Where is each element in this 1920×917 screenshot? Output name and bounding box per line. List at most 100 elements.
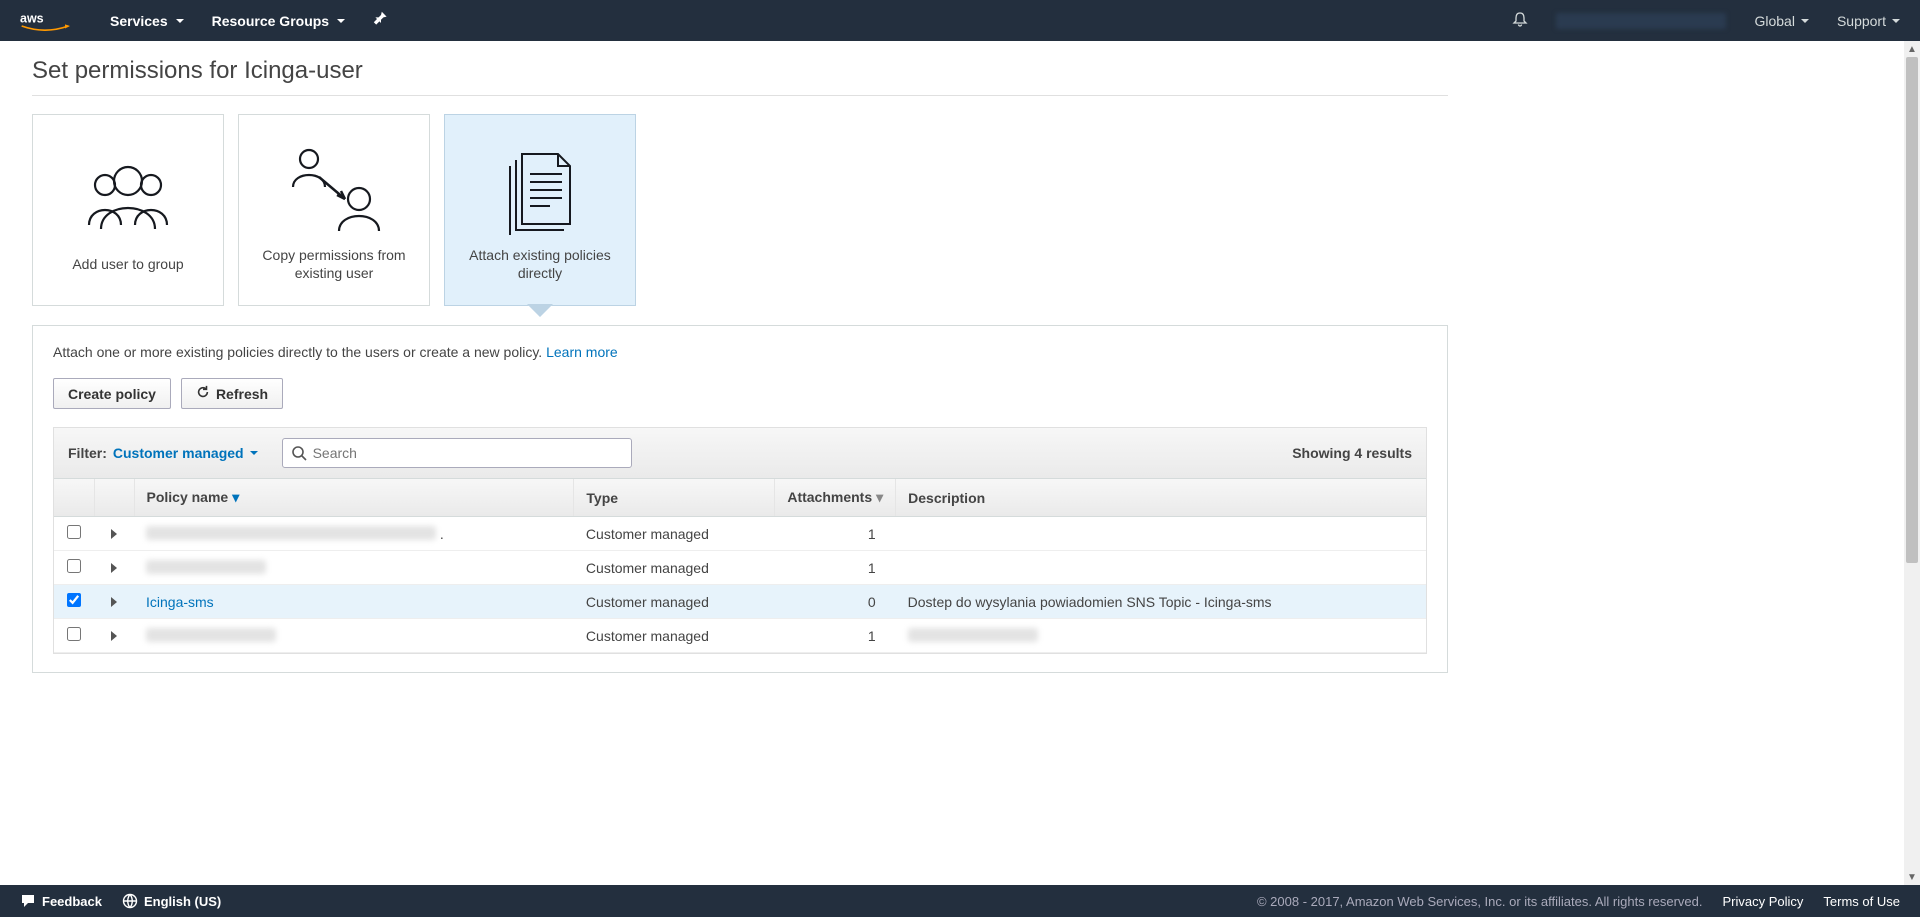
col-policy-name[interactable]: Policy name▾ [134, 479, 574, 517]
policy-description: x [896, 619, 1426, 653]
copy-user-icon [279, 138, 389, 238]
globe-icon [122, 893, 138, 909]
terms-link[interactable]: Terms of Use [1823, 894, 1900, 909]
row-checkbox[interactable] [67, 593, 81, 607]
group-icon [73, 147, 183, 247]
col-description[interactable]: Description [896, 479, 1426, 517]
sort-caret-icon: ▾ [876, 489, 883, 505]
policies-table: Policy name▾ Type Attachments▾ Descripti… [54, 479, 1426, 653]
policy-attachments: 1 [775, 551, 896, 585]
col-policy-name-label: Policy name [147, 489, 229, 505]
document-icon [500, 138, 580, 238]
results-count: Showing 4 results [1292, 445, 1412, 461]
policy-type: Customer managed [574, 551, 775, 585]
language-label: English (US) [144, 894, 221, 909]
card-copy-permissions[interactable]: Copy permissions from existing user [238, 114, 430, 306]
chevron-down-icon [176, 19, 184, 23]
policy-description [896, 517, 1426, 551]
refresh-label: Refresh [216, 386, 268, 402]
create-policy-label: Create policy [68, 386, 156, 402]
region-label: Global [1754, 13, 1794, 29]
chevron-down-icon [250, 451, 258, 455]
notifications-icon[interactable] [1512, 11, 1528, 30]
aws-logo[interactable]: aws [20, 11, 70, 31]
page-title: Set permissions for Icinga-user [32, 57, 1448, 96]
expand-icon[interactable] [111, 597, 117, 607]
privacy-link[interactable]: Privacy Policy [1723, 894, 1804, 909]
policy-attachments: 1 [775, 619, 896, 653]
pin-icon[interactable] [373, 11, 389, 30]
col-expand [94, 479, 134, 517]
card-attach-policies[interactable]: Attach existing policies directly [444, 114, 636, 306]
chevron-down-icon [1892, 19, 1900, 23]
col-type[interactable]: Type [574, 479, 775, 517]
col-attachments-label: Attachments [787, 489, 872, 505]
learn-more-link[interactable]: Learn more [546, 344, 618, 360]
panel-actions: Create policy Refresh [53, 378, 1427, 409]
nav-services-label: Services [110, 13, 168, 29]
top-nav: aws Services Resource Groups Global Supp… [0, 0, 1920, 41]
search-input[interactable] [307, 443, 623, 463]
permission-type-cards: Add user to group Copy permissions from … [32, 114, 1448, 306]
nav-services[interactable]: Services [110, 13, 184, 29]
scroll-thumb[interactable] [1906, 57, 1918, 563]
language-selector[interactable]: English (US) [122, 893, 221, 909]
expand-icon[interactable] [111, 529, 117, 539]
policy-type: Customer managed [574, 619, 775, 653]
card-label: Attach existing policies directly [455, 246, 625, 282]
scroll-down-icon[interactable]: ▼ [1904, 869, 1920, 885]
policy-description: Dostep do wysylania powiadomien SNS Topi… [896, 585, 1426, 619]
policy-type: Customer managed [574, 517, 775, 551]
selected-indicator [528, 305, 552, 317]
panel-desc-text: Attach one or more existing policies dir… [53, 344, 546, 360]
col-description-label: Description [908, 490, 985, 506]
feedback-link[interactable]: Feedback [20, 893, 102, 909]
search-box [282, 438, 632, 468]
region-menu[interactable]: Global [1754, 13, 1808, 29]
chevron-down-icon [337, 19, 345, 23]
row-checkbox[interactable] [67, 627, 81, 641]
card-label: Add user to group [72, 255, 183, 273]
col-attachments[interactable]: Attachments▾ [775, 479, 896, 517]
filter-label: Filter: [68, 445, 107, 461]
filter-value-label: Customer managed [113, 445, 244, 461]
policies-table-wrapper: Filter: Customer managed Showing 4 resul… [53, 427, 1427, 654]
refresh-icon [196, 385, 210, 402]
sort-caret-icon: ▾ [232, 489, 239, 505]
feedback-label: Feedback [42, 894, 102, 909]
table-row: x .Customer managed1 [54, 517, 1426, 551]
table-row: xCustomer managed1x [54, 619, 1426, 653]
support-menu[interactable]: Support [1837, 13, 1900, 29]
search-icon [291, 445, 307, 461]
nav-resource-groups[interactable]: Resource Groups [212, 13, 345, 29]
attach-policies-panel: Attach one or more existing policies dir… [32, 325, 1448, 673]
scrollbar[interactable]: ▲ ▼ [1904, 41, 1920, 885]
policy-name-link[interactable]: Icinga-sms [146, 594, 214, 610]
panel-description: Attach one or more existing policies dir… [53, 344, 1427, 360]
support-label: Support [1837, 13, 1886, 29]
policy-type: Customer managed [574, 585, 775, 619]
refresh-button[interactable]: Refresh [181, 378, 283, 409]
card-label: Copy permissions from existing user [249, 246, 419, 282]
filter-dropdown[interactable]: Customer managed [113, 445, 258, 461]
nav-resource-groups-label: Resource Groups [212, 13, 329, 29]
scroll-up-icon[interactable]: ▲ [1904, 41, 1920, 57]
policy-name-redacted: x [146, 526, 436, 540]
chat-icon [20, 893, 36, 909]
expand-icon[interactable] [111, 631, 117, 641]
expand-icon[interactable] [111, 563, 117, 573]
table-row: Icinga-smsCustomer managed0Dostep do wys… [54, 585, 1426, 619]
card-add-to-group[interactable]: Add user to group [32, 114, 224, 306]
policy-description [896, 551, 1426, 585]
policy-name-redacted: x [146, 628, 276, 642]
table-row: xCustomer managed1 [54, 551, 1426, 585]
svg-text:aws: aws [20, 11, 44, 25]
chevron-down-icon [1801, 19, 1809, 23]
policy-desc-redacted: x [908, 628, 1038, 642]
policy-attachments: 1 [775, 517, 896, 551]
row-checkbox[interactable] [67, 525, 81, 539]
account-menu[interactable] [1556, 13, 1726, 29]
filter-bar: Filter: Customer managed Showing 4 resul… [54, 428, 1426, 479]
row-checkbox[interactable] [67, 559, 81, 573]
create-policy-button[interactable]: Create policy [53, 378, 171, 409]
